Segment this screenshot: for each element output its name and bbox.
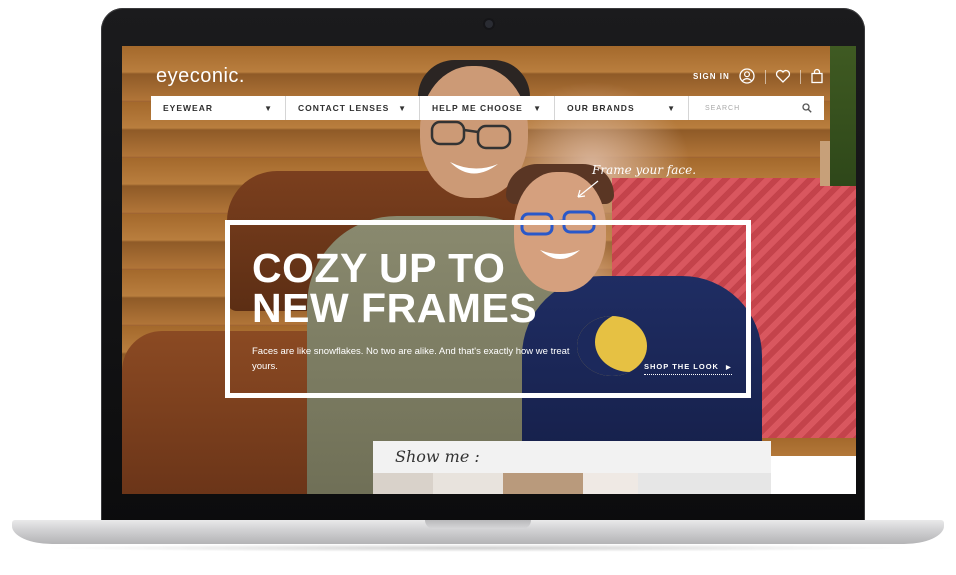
bag-icon[interactable] (809, 68, 825, 84)
shop-the-look-link[interactable]: SHOP THE LOOK ▶ (644, 362, 732, 375)
nav-search (689, 96, 824, 120)
nav-item-label: OUR BRANDS (567, 103, 635, 113)
nav-item-label: EYEWEAR (163, 103, 213, 113)
hero-subtext: Faces are like snowflakes. No two are al… (252, 346, 570, 372)
nav-item-label: HELP ME CHOOSE (432, 103, 523, 113)
browser-screen: eyeconic. SIGN IN EYEWEAR ▼ CONTACT LENS… (122, 46, 856, 494)
hero-headline-line: NEW FRAMES (252, 285, 538, 331)
nav-item-our-brands[interactable]: OUR BRANDS ▼ (555, 96, 689, 120)
category-thumbnail[interactable] (638, 473, 771, 494)
site-logo[interactable]: eyeconic. (156, 65, 245, 88)
laptop-camera (485, 20, 493, 28)
search-input[interactable] (703, 103, 797, 113)
nav-item-contact-lenses[interactable]: CONTACT LENSES ▼ (286, 96, 420, 120)
header-divider (800, 70, 801, 84)
hero-tagline: Frame your face. (592, 163, 697, 177)
shop-the-look-label: SHOP THE LOOK (644, 362, 719, 371)
header-divider (765, 70, 766, 84)
category-thumbnail[interactable] (503, 473, 583, 494)
nav-item-label: CONTACT LENSES (298, 103, 390, 113)
show-me-label: Show me : (395, 447, 480, 466)
laptop-shadow (40, 544, 916, 552)
hero-headline: COZY UP TO NEW FRAMES (252, 248, 612, 331)
chevron-down-icon: ▼ (667, 103, 676, 113)
show-me-panel: Show me : (373, 441, 771, 494)
chevron-down-icon: ▼ (398, 103, 407, 113)
tagline-pointer-arrow (577, 180, 599, 198)
category-thumbnail[interactable] (433, 473, 503, 494)
category-thumbnail[interactable] (583, 473, 638, 494)
nav-item-eyewear[interactable]: EYEWEAR ▼ (151, 96, 286, 120)
category-thumbnail[interactable] (373, 473, 433, 494)
chevron-down-icon: ▼ (264, 103, 273, 113)
search-icon[interactable] (802, 103, 812, 113)
sign-in-link[interactable]: SIGN IN (693, 72, 730, 81)
arrow-right-icon: ▶ (726, 365, 732, 371)
main-nav: EYEWEAR ▼ CONTACT LENSES ▼ HELP ME CHOOS… (151, 96, 824, 120)
account-icon[interactable] (739, 68, 755, 84)
laptop-notch (425, 520, 531, 529)
nav-item-help-me-choose[interactable]: HELP ME CHOOSE ▼ (420, 96, 555, 120)
content-background (771, 456, 856, 494)
heart-icon[interactable] (775, 68, 791, 84)
hero-photo-plant (830, 46, 856, 186)
chevron-down-icon: ▼ (533, 103, 542, 113)
